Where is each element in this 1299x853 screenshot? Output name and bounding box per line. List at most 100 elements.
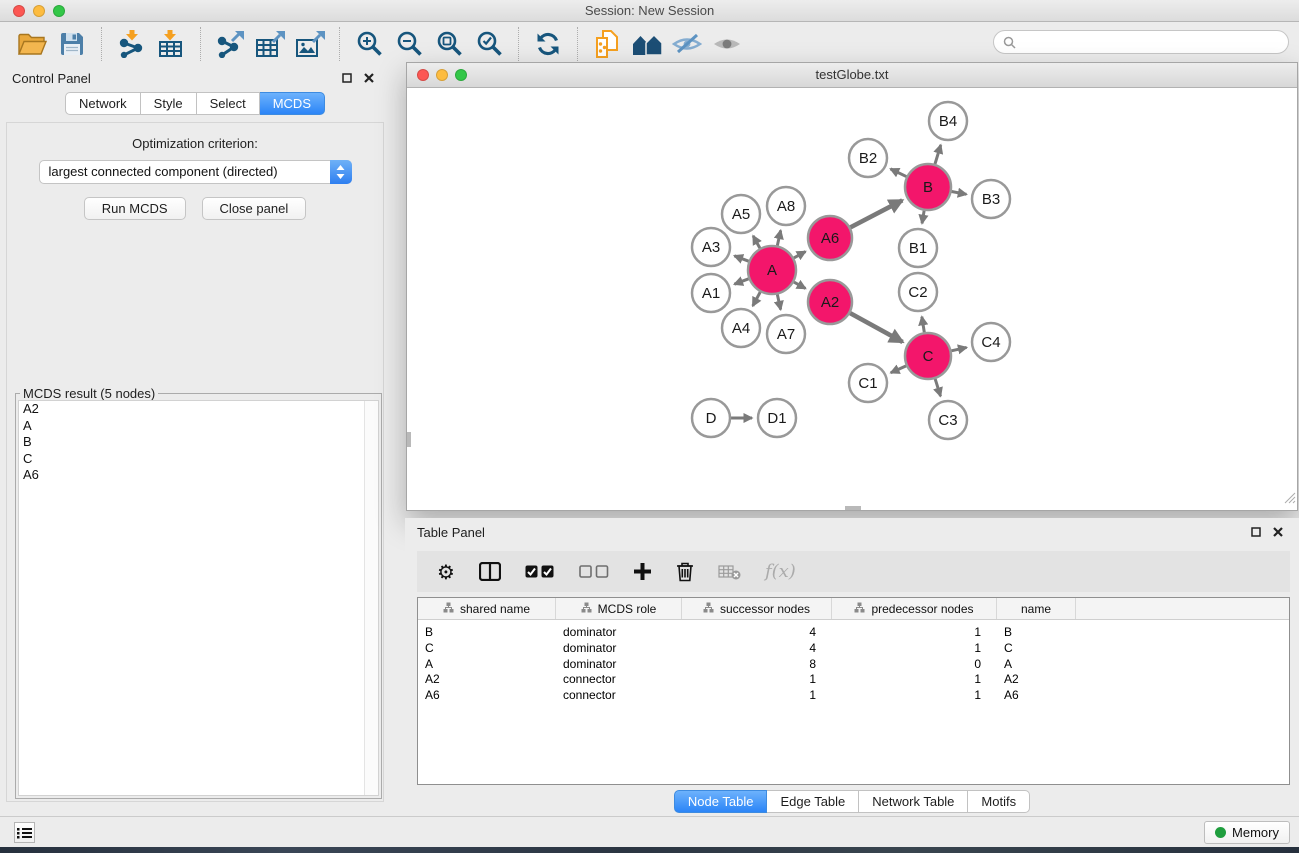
float-table-panel-icon[interactable] [1247,523,1265,541]
save-session-icon[interactable] [52,26,92,62]
new-network-from-selection-icon[interactable] [587,26,627,62]
search-field[interactable] [993,30,1289,54]
graph-node-C3[interactable]: C3 [929,401,967,439]
task-history-button[interactable] [14,822,35,843]
graph-node-C[interactable]: C [905,333,951,379]
export-table-icon[interactable] [250,26,290,62]
resize-grip[interactable] [1283,491,1296,509]
zoom-window-button[interactable] [53,5,65,17]
network-canvas[interactable]: AA1A2A3A4A5A6A7A8BB1B2B3B4CC1C2C3C4DD1 [407,89,1297,510]
result-item-a[interactable]: A [19,418,378,435]
graph-node-D[interactable]: D [692,399,730,437]
column-selector-icon[interactable] [479,562,501,581]
result-item-c[interactable]: C [19,451,378,468]
tab-network[interactable]: Network [65,92,141,115]
add-column-icon[interactable] [633,562,652,581]
graph-edge-A-A3[interactable] [734,256,748,261]
run-mcds-button[interactable]: Run MCDS [84,197,186,220]
table-row-a6[interactable]: A6connector11A6 [418,688,1289,704]
zoom-in-icon[interactable] [349,26,389,62]
export-network-icon[interactable] [210,26,250,62]
settings-icon[interactable]: ⚙ [437,562,455,582]
network-minimize-button[interactable] [436,69,448,81]
graph-node-A3[interactable]: A3 [692,228,730,266]
graph-node-C2[interactable]: C2 [899,273,937,311]
horizontal-scroll-thumb[interactable] [845,506,861,510]
graph-edge-A-A4[interactable] [753,292,760,306]
graph-node-A6[interactable]: A6 [808,216,852,260]
hide-selected-icon[interactable] [667,26,707,62]
delete-table-icon[interactable] [718,564,741,580]
graph-node-A4[interactable]: A4 [722,309,760,347]
column-header-predecessor-nodes[interactable]: predecessor nodes [832,598,997,619]
result-item-a6[interactable]: A6 [19,467,378,484]
table-row-c[interactable]: Cdominator41C [418,641,1289,657]
tab-network-table[interactable]: Network Table [859,790,968,813]
graph-edge-A2-C[interactable] [850,313,902,342]
graph-node-A1[interactable]: A1 [692,274,730,312]
graph-edge-A-A1[interactable] [734,279,748,284]
function-builder-icon[interactable]: f(x) [765,561,796,582]
column-header-name[interactable]: name [997,598,1076,619]
close-panel-icon[interactable] [360,69,378,87]
graph-node-B2[interactable]: B2 [849,139,887,177]
memory-button[interactable]: Memory [1204,821,1290,844]
minimize-window-button[interactable] [33,5,45,17]
tab-select[interactable]: Select [197,92,260,115]
result-item-a2[interactable]: A2 [19,401,378,418]
graph-edge-A-A8[interactable] [777,230,780,245]
list-scrollbar[interactable] [364,401,378,795]
graph-node-B4[interactable]: B4 [929,102,967,140]
graph-edge-C-C4[interactable] [951,347,966,350]
import-network-icon[interactable] [111,26,151,62]
graph-node-A5[interactable]: A5 [722,195,760,233]
network-zoom-button[interactable] [455,69,467,81]
import-table-icon[interactable] [151,26,191,62]
tab-style[interactable]: Style [141,92,197,115]
column-header-shared-name[interactable]: shared name [418,598,556,619]
graph-edge-C-C3[interactable] [935,379,940,396]
search-input[interactable] [1021,32,1288,52]
graph-edge-C-C2[interactable] [922,317,924,333]
select-all-columns-icon[interactable] [525,565,555,578]
graph-node-D1[interactable]: D1 [758,399,796,437]
refresh-icon[interactable] [528,26,568,62]
graph-node-A[interactable]: A [748,246,796,294]
graph-node-A8[interactable]: A8 [767,187,805,225]
export-image-icon[interactable] [290,26,330,62]
show-all-icon[interactable] [707,26,747,62]
graph-edge-A-A6[interactable] [794,252,806,258]
first-neighbors-icon[interactable] [627,26,667,62]
graph-node-A7[interactable]: A7 [767,315,805,353]
tab-node-table[interactable]: Node Table [674,790,768,813]
column-header-mcds-role[interactable]: MCDS role [556,598,682,619]
graph-edge-B-B4[interactable] [935,145,941,164]
table-row-b[interactable]: Bdominator41B [418,625,1289,641]
mcds-result-list[interactable]: A2ABCA6 [18,400,379,796]
graph-node-B[interactable]: B [905,164,951,210]
result-item-b[interactable]: B [19,434,378,451]
graph-edge-A-A2[interactable] [794,282,806,288]
network-close-button[interactable] [417,69,429,81]
column-header-successor-nodes[interactable]: successor nodes [682,598,832,619]
close-table-panel-icon[interactable] [1269,523,1287,541]
tab-mcds[interactable]: MCDS [260,92,325,115]
table-row-a2[interactable]: A2connector11A2 [418,672,1289,688]
graph-edge-A6-B[interactable] [850,200,902,227]
tab-edge-table[interactable]: Edge Table [767,790,859,813]
graph-node-B1[interactable]: B1 [899,229,937,267]
graph-edge-B-B1[interactable] [922,211,924,224]
graph-node-B3[interactable]: B3 [972,180,1010,218]
graph-node-C4[interactable]: C4 [972,323,1010,361]
table-row-a[interactable]: Adominator80A [418,657,1289,673]
zoom-fit-icon[interactable] [429,26,469,62]
graph-edge-A-A5[interactable] [753,236,760,248]
float-panel-icon[interactable] [338,69,356,87]
deselect-all-columns-icon[interactable] [579,565,609,578]
criterion-dropdown[interactable]: largest connected component (directed) [39,160,352,184]
graph-edge-B-B3[interactable] [952,191,967,194]
graph-edge-A-A7[interactable] [777,294,780,309]
open-session-icon[interactable] [12,26,52,62]
zoom-selected-icon[interactable] [469,26,509,62]
graph-node-A2[interactable]: A2 [808,280,852,324]
